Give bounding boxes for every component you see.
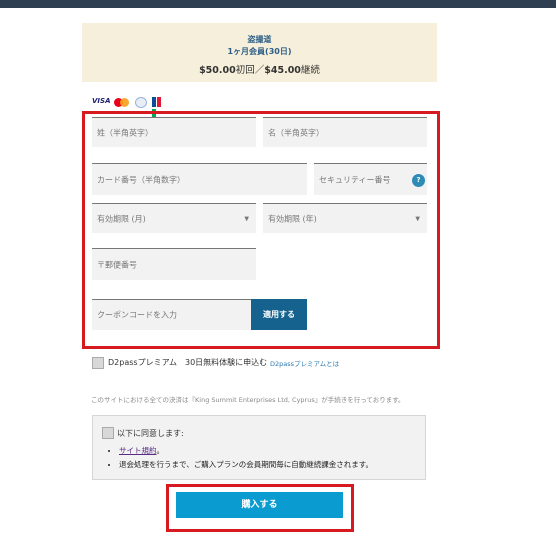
- premium-checkbox[interactable]: [92, 357, 104, 369]
- postal-code-placeholder: 〒郵便番号: [97, 260, 137, 269]
- last-name-placeholder: 姓（半角英字）: [97, 128, 153, 137]
- plan-duration: 1ヶ月会員(30日): [227, 47, 292, 56]
- payment-notice: このサイトにおける全ての決済は『King Summit Enterprises …: [91, 396, 405, 404]
- postal-code-field[interactable]: 〒郵便番号: [92, 248, 256, 280]
- agreement-list: サイト規約。 退会処理を行うまで、ご購入プランの会員期間毎に自動継続課金されます…: [105, 445, 373, 473]
- card-number-field[interactable]: カード番号（半角数字）: [92, 163, 307, 195]
- list-item: サイト規約。: [119, 445, 373, 456]
- agree-checkbox[interactable]: [102, 427, 114, 439]
- help-icon[interactable]: ?: [412, 174, 425, 187]
- plan-summary: 盗撮道 1ヶ月会員(30日) $50.00初回／$45.00継続: [82, 23, 437, 82]
- list-item: 退会処理を行うまで、ご購入プランの会員期間毎に自動継続課金されます。: [119, 459, 373, 470]
- mastercard-logo: [114, 97, 131, 108]
- visa-logo: VISA: [92, 97, 111, 105]
- coupon-code-placeholder: クーポンコードを入力: [97, 310, 177, 320]
- chevron-down-icon: ▼: [244, 215, 249, 222]
- price-first: $50.00: [199, 65, 236, 76]
- premium-info-link[interactable]: D2passプレミアムとは: [270, 358, 339, 368]
- exp-year-value: 有効期限 (年): [268, 214, 317, 223]
- agreement-box: 以下に同意します: サイト規約。 退会処理を行うまで、ご購入プランの会員期間毎に…: [92, 415, 426, 480]
- exp-month-value: 有効期限 (月): [97, 214, 146, 223]
- apply-coupon-button[interactable]: 適用する: [251, 299, 307, 330]
- security-code-placeholder: セキュリティー番号: [319, 175, 391, 184]
- plan-price: $50.00初回／$45.00継続: [82, 62, 437, 76]
- agree-label: 以下に同意します:: [117, 429, 184, 438]
- renewal-text: 退会処理を行うまで、ご購入プランの会員期間毎に自動継続課金されます。: [119, 460, 373, 469]
- plan-name: 盗撮道: [247, 35, 272, 44]
- first-name-field[interactable]: 名（半角英字）: [263, 117, 427, 147]
- first-name-placeholder: 名（半角英字）: [268, 128, 324, 137]
- amex-logo: [135, 97, 147, 108]
- security-code-field[interactable]: セキュリティー番号: [314, 163, 427, 195]
- last-name-field[interactable]: 姓（半角英字）: [92, 117, 256, 147]
- card-number-placeholder: カード番号（半角数字）: [97, 175, 185, 184]
- buy-button[interactable]: 購入する: [176, 492, 343, 518]
- jcb-logo: [152, 97, 166, 119]
- coupon-code-field[interactable]: クーポンコードを入力: [92, 299, 251, 330]
- terms-link[interactable]: サイト規約: [119, 446, 157, 455]
- exp-year-select[interactable]: 有効期限 (年) ▼: [263, 203, 427, 233]
- chevron-down-icon: ▼: [415, 215, 420, 222]
- premium-label: D2passプレミアム 30日無料体験に申込む: [108, 358, 268, 367]
- terms-suffix: 。: [156, 446, 165, 455]
- top-bar: [0, 0, 556, 8]
- exp-month-select[interactable]: 有効期限 (月) ▼: [92, 203, 256, 233]
- price-continue-suffix: 継続: [300, 65, 320, 76]
- price-first-suffix: 初回／: [235, 65, 265, 76]
- price-continue: $45.00: [264, 65, 301, 76]
